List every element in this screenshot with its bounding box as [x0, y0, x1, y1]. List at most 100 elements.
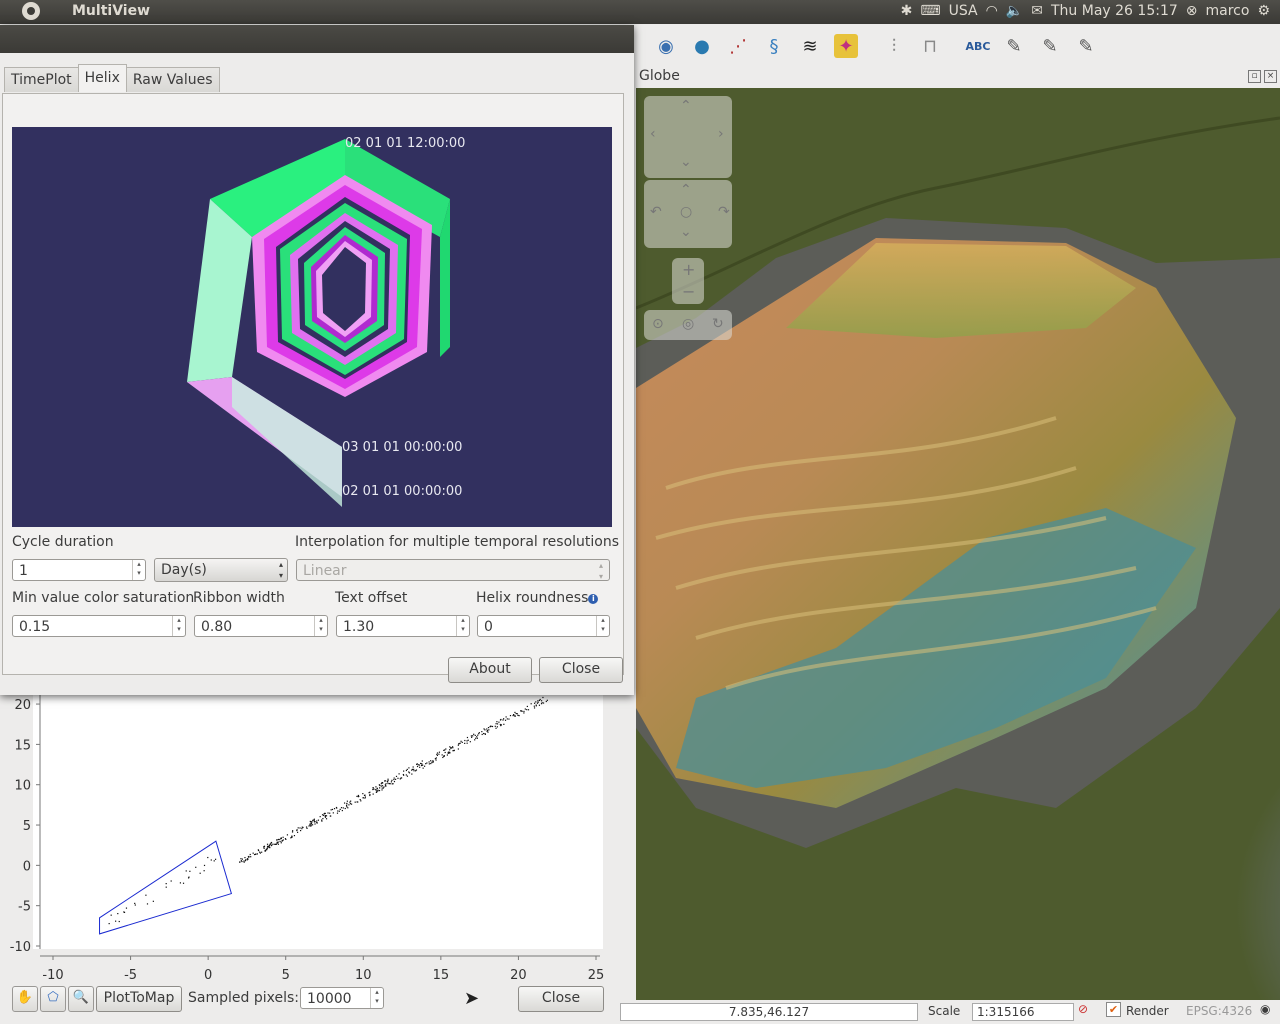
graph-icon[interactable]: ⋰	[726, 34, 750, 58]
min-saturation-input[interactable]: 0.15 ▴ ▾	[12, 615, 186, 637]
plot-to-map-button[interactable]: PlotToMap	[96, 986, 182, 1012]
close-button[interactable]: Close	[539, 657, 623, 683]
pan-down-icon[interactable]: ⌄	[680, 154, 692, 170]
tab-raw-values[interactable]: Raw Values	[125, 67, 220, 92]
ribbon-width-spinner[interactable]: ▴ ▾	[314, 616, 327, 636]
plot-close-button[interactable]: Close	[518, 986, 604, 1012]
globe-canvas[interactable]: ⌃ ‹ › ⌄ ⌃ ↶ ○ ↷ ⌄ + − ⊙ ◎ ↻	[636, 88, 1280, 1000]
crs-label[interactable]: EPSG:4326	[1186, 1004, 1252, 1018]
volume-icon[interactable]: 🔈	[1006, 3, 1023, 19]
keyboard-icon[interactable]: ⌨	[920, 3, 940, 19]
sync-icon[interactable]: ◎	[682, 316, 694, 332]
globe-icon[interactable]: ◉	[654, 34, 678, 58]
home-icon[interactable]: ⊙	[652, 316, 664, 332]
info-icon[interactable]: i	[588, 594, 599, 604]
tool-icon[interactable]: ✎	[1074, 34, 1098, 58]
tool-icon[interactable]: ✎	[1002, 34, 1026, 58]
crs-globe-icon[interactable]: ◉	[1260, 1002, 1270, 1016]
wifi-icon[interactable]: ◠	[986, 3, 998, 19]
helix-roundness-spinner[interactable]: ▴ ▾	[596, 616, 609, 636]
cycle-duration-input[interactable]: 1 ▴ ▾	[12, 559, 146, 581]
session-icon[interactable]: ⊗	[1186, 3, 1198, 19]
sampled-pixels-label: Sampled pixels:	[188, 990, 299, 1006]
username[interactable]: marco	[1206, 3, 1250, 19]
data-point	[422, 767, 424, 769]
interpolation-select[interactable]: Linear ▴ ▾	[296, 559, 610, 581]
chart-icon[interactable]: ⫶	[882, 34, 906, 58]
pan-right-icon[interactable]: ›	[718, 126, 724, 142]
data-point	[254, 853, 257, 855]
data-point	[411, 769, 413, 771]
dialog-titlebar[interactable]	[0, 25, 634, 53]
pan-up-icon[interactable]: ⌃	[680, 98, 692, 114]
pan-left-icon[interactable]: ‹	[650, 126, 656, 142]
scale-field[interactable]: 1:315166	[972, 1003, 1074, 1021]
cycle-unit-select[interactable]: Day(s) ▴ ▾	[154, 558, 288, 582]
cycle-duration-spinner[interactable]: ▴ ▾	[132, 560, 145, 580]
data-point	[508, 718, 510, 720]
render-checkbox[interactable]: ✔	[1106, 1002, 1121, 1017]
world-icon[interactable]: ●	[690, 34, 714, 58]
min-saturation-spinner[interactable]: ▴ ▾	[172, 616, 185, 636]
layers-icon[interactable]: ≋	[798, 34, 822, 58]
keyboard-layout[interactable]: USA	[949, 3, 978, 19]
color-icon[interactable]: ✦	[834, 34, 858, 58]
data-point	[381, 785, 384, 787]
rotate-right-icon[interactable]: ↷	[718, 204, 730, 220]
data-point	[243, 860, 245, 862]
tilt-up-icon[interactable]: ⌃	[680, 182, 692, 198]
text-offset-label: Text offset	[335, 590, 408, 606]
helix-view[interactable]: 02 01 01 12:00:00 03 01 01 00:00:00 02 0…	[12, 127, 612, 527]
rotate-left-icon[interactable]: ↶	[650, 204, 662, 220]
zoom-tool-icon[interactable]: 🔍	[68, 986, 94, 1012]
close-icon[interactable]: ×	[1264, 70, 1277, 83]
data-point	[316, 820, 318, 822]
rotate-control[interactable]: ⌃ ↶ ○ ↷ ⌄	[644, 180, 732, 248]
data-point	[524, 708, 526, 710]
tool-icon[interactable]: ✎	[1038, 34, 1062, 58]
label-icon[interactable]: ABC	[966, 34, 991, 58]
ubuntu-logo-icon[interactable]	[22, 2, 40, 20]
ribbon-width-input[interactable]: 0.80 ▴ ▾	[194, 615, 328, 637]
data-point	[385, 783, 387, 785]
sampled-pixels-spinner[interactable]: ▴ ▾	[370, 988, 383, 1008]
plot-toolbar: ✋ ⬠ 🔍 PlotToMap Sampled pixels: 10000 ▴ ▾…	[0, 980, 614, 1020]
histogram-icon[interactable]: ⊓	[918, 34, 942, 58]
dna-icon[interactable]: §	[762, 34, 786, 58]
float-icon[interactable]: ▫	[1248, 70, 1261, 83]
refresh-icon[interactable]: ↻	[712, 316, 724, 332]
reset-icon[interactable]: ○	[680, 204, 692, 220]
tilt-down-icon[interactable]: ⌄	[680, 224, 692, 240]
zoom-out-icon[interactable]: −	[682, 282, 695, 301]
zoom-control[interactable]: + −	[672, 258, 704, 304]
pan-control[interactable]: ⌃ ‹ › ⌄	[644, 96, 732, 178]
tab-helix[interactable]: Helix	[77, 64, 127, 92]
data-point	[239, 861, 241, 863]
mail-icon[interactable]: ✉	[1031, 3, 1043, 19]
text-offset-input[interactable]: 1.30 ▴ ▾	[336, 615, 470, 637]
coordinate-field[interactable]: 7.835,46.127	[620, 1003, 918, 1021]
text-offset-spinner[interactable]: ▴ ▾	[456, 616, 469, 636]
data-point	[444, 751, 446, 754]
pan-tool-icon[interactable]: ✋	[12, 986, 38, 1012]
datetime[interactable]: Thu May 26 15:17	[1051, 3, 1178, 19]
data-point	[293, 835, 296, 837]
gear-icon[interactable]: ⚙	[1257, 3, 1270, 19]
scatter-plot[interactable]: 20151050-5-10-10 -5 0 5 10 15 20 25	[0, 694, 614, 984]
helix-roundness-input[interactable]: 0 ▴ ▾	[477, 615, 610, 637]
stop-render-icon[interactable]: ⊘	[1078, 1002, 1088, 1016]
helix-label-top: 02 01 01 12:00:00	[345, 136, 465, 151]
about-button[interactable]: About	[448, 657, 532, 683]
data-point	[408, 767, 410, 769]
data-point	[145, 894, 147, 896]
data-point	[270, 841, 273, 844]
data-point	[301, 828, 303, 830]
polygon-tool-icon[interactable]: ⬠	[40, 986, 66, 1012]
bluetooth-icon[interactable]: ✱	[901, 3, 913, 19]
zoom-in-icon[interactable]: +	[682, 260, 695, 279]
data-point	[464, 739, 466, 742]
sampled-pixels-input[interactable]: 10000 ▴ ▾	[300, 987, 384, 1009]
view-control[interactable]: ⊙ ◎ ↻	[644, 310, 732, 340]
tab-timeplot[interactable]: TimePlot	[4, 67, 79, 92]
data-point	[372, 787, 374, 789]
